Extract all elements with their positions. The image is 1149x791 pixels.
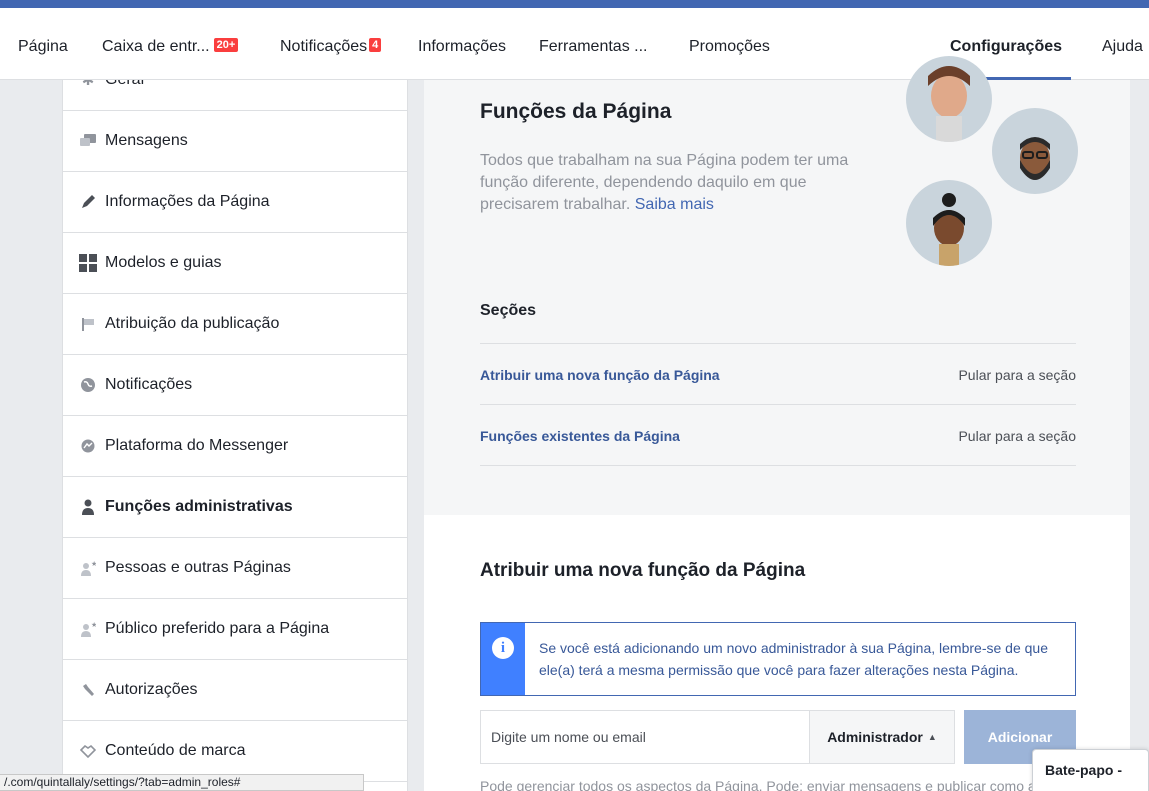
wrench-icon (79, 681, 97, 699)
sidebar-item-notificacoes[interactable]: Notificações (63, 355, 407, 416)
assign-role-title: Atribuir uma nova função da Página (480, 560, 806, 581)
section-link-assign[interactable]: Atribuir uma nova função da Página (480, 367, 720, 383)
admin-info-notice: i Se você está adicionando um novo admin… (480, 622, 1076, 696)
sidebar-item-label: Conteúdo de marca (105, 742, 246, 759)
sidebar-item-label: Atribuição da publicação (105, 315, 280, 332)
sidebar-item-label: Plataforma do Messenger (105, 437, 289, 454)
inbox-count-badge: 20+ (213, 38, 239, 52)
nav-tab-help[interactable]: Ajuda (1102, 38, 1143, 56)
svg-text:★: ★ (91, 560, 96, 568)
nav-tab-settings[interactable]: Configurações (950, 38, 1062, 56)
sidebar-item-label: Modelos e guias (105, 254, 222, 271)
handshake-icon (79, 742, 97, 760)
divider (480, 465, 1076, 466)
sidebar-item-label: Público preferido para a Página (105, 620, 330, 637)
sidebar-item-pessoas[interactable]: ★ Pessoas e outras Páginas (63, 538, 407, 599)
role-select-value: Administrador (827, 729, 923, 745)
avatar-illustration-woman-bun (906, 180, 992, 266)
pencil-icon (79, 193, 97, 211)
divider (480, 404, 1076, 405)
sidebar-item-mensagens[interactable]: Mensagens (63, 111, 407, 172)
grid-icon (79, 254, 97, 272)
globe-icon (79, 376, 97, 394)
sidebar-item-label: Funções administrativas (105, 498, 293, 515)
page-roles-title: Funções da Página (480, 100, 672, 123)
sidebar-item-atribuicao[interactable]: Atribuição da publicação (63, 294, 407, 355)
sidebar-item-informacoes[interactable]: Informações da Página (63, 172, 407, 233)
section-link-existing[interactable]: Funções existentes da Página (480, 428, 680, 444)
nav-tab-inbox-label: Caixa de entr... (102, 38, 210, 55)
sort-arrows-icon: ▲ (927, 732, 937, 742)
person-star-icon: ★ (79, 559, 97, 577)
page-roles-description: Todos que trabalham na sua Página podem … (480, 150, 880, 216)
learn-more-link[interactable]: Saiba mais (635, 196, 714, 213)
section-row-existing: Funções existentes da Página Pular para … (480, 428, 1076, 444)
nav-tab-promotions[interactable]: Promoções (689, 38, 770, 56)
sidebar-item-label: Mensagens (105, 132, 188, 149)
sidebar-item-conteudo-marca[interactable]: Conteúdo de marca (63, 721, 407, 782)
messenger-icon (79, 437, 97, 455)
flag-icon (79, 315, 97, 333)
divider (480, 343, 1076, 344)
jump-to-section-link[interactable]: Pular para a seção (958, 428, 1076, 444)
section-row-assign: Atribuir uma nova função da Página Pular… (480, 367, 1076, 383)
name-or-email-input[interactable] (480, 710, 810, 764)
settings-sidebar: ✱ Geral Mensagens Informações da Página … (62, 80, 408, 791)
status-bar-url: /.com/quintallaly/settings/?tab=admin_ro… (0, 774, 364, 791)
role-select[interactable]: Administrador ▲ (809, 710, 955, 764)
sidebar-item-label: Notificações (105, 376, 193, 393)
nav-tab-notifications-label: Notificações (280, 38, 368, 55)
person-star-icon: ★ (79, 620, 97, 638)
sections-heading: Seções (480, 302, 537, 319)
nav-tab-inbox[interactable]: Caixa de entr... 20+ (102, 38, 239, 56)
nav-tab-notifications[interactable]: Notificações 4 (280, 38, 382, 56)
sidebar-item-label: Geral (105, 80, 144, 89)
sidebar-item-funcoes-administrativas[interactable]: Funções administrativas (63, 477, 407, 538)
sidebar-item-label: Informações da Página (105, 193, 270, 210)
info-notice-text: Se você está adicionando um novo adminis… (539, 640, 1048, 678)
sidebar-item-label: Pessoas e outras Páginas (105, 559, 291, 576)
info-icon-bar: i (481, 623, 525, 695)
sidebar-item-messenger[interactable]: Plataforma do Messenger (63, 416, 407, 477)
avatar-illustration-bearded-man (992, 108, 1078, 194)
avatar-illustration-woman (906, 56, 992, 142)
info-icon: i (492, 637, 514, 659)
sidebar-item-autorizacoes[interactable]: Autorizações (63, 660, 407, 721)
svg-text:★: ★ (91, 621, 96, 629)
sidebar-item-publico-preferido[interactable]: ★ Público preferido para a Página (63, 599, 407, 660)
nav-tab-insights[interactable]: Informações (418, 38, 506, 56)
top-accent-bar (0, 0, 1149, 8)
sidebar-item-label: Autorizações (105, 681, 198, 698)
notifications-count-badge: 4 (369, 38, 382, 52)
person-icon (79, 498, 97, 516)
sidebar-item-modelos[interactable]: Modelos e guias (63, 233, 407, 294)
nav-tab-pagina[interactable]: Página (18, 38, 68, 56)
nav-tab-tools[interactable]: Ferramentas ... (539, 38, 647, 56)
gear-icon: ✱ (81, 80, 95, 89)
role-description-text: Pode gerenciar todos os aspectos da Pági… (480, 778, 1036, 791)
chat-tab[interactable]: Bate-papo - (1032, 749, 1149, 791)
chat-icon (79, 132, 97, 150)
jump-to-section-link[interactable]: Pular para a seção (958, 367, 1076, 383)
sidebar-item-geral[interactable]: ✱ Geral (63, 80, 407, 111)
